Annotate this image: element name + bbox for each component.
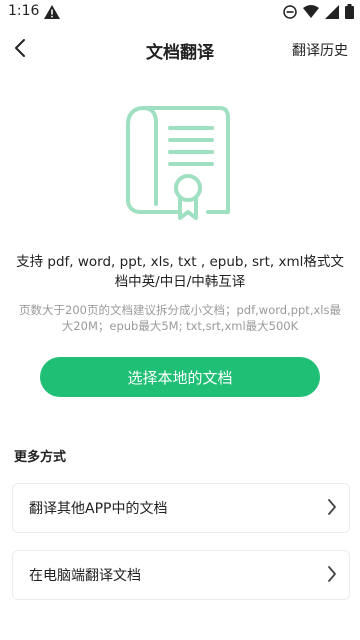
battery-icon	[345, 4, 354, 23]
supported-formats-text: 支持 pdf, word, ppt, xls, txt , epub, srt,…	[16, 254, 344, 290]
status-time: 1:16	[8, 3, 40, 19]
do-not-disturb-icon	[283, 4, 297, 23]
document-certificate-illustration	[124, 104, 236, 222]
translation-history-button[interactable]: 翻译历史	[292, 40, 348, 60]
choose-local-document-button[interactable]: 选择本地的文档	[40, 357, 320, 397]
signal-icon	[325, 4, 339, 23]
option-label: 在电脑端翻译文档	[29, 568, 141, 584]
wifi-icon	[303, 4, 319, 23]
app-header: 文档翻译 翻译历史	[0, 24, 360, 72]
status-bar: 1:16	[0, 0, 360, 24]
option-label: 翻译其他APP中的文档	[29, 501, 168, 517]
more-methods-title: 更多方式	[14, 450, 67, 465]
warning-icon	[44, 4, 60, 23]
chevron-right-icon	[327, 565, 337, 587]
translate-other-app-document-option[interactable]: 翻译其他APP中的文档	[12, 483, 350, 533]
chevron-right-icon	[327, 498, 337, 520]
size-limit-note: 页数大于200页的文档建议拆分成小文档；pdf,word,ppt,xls最大20…	[19, 303, 341, 333]
translate-on-computer-option[interactable]: 在电脑端翻译文档	[12, 550, 350, 600]
